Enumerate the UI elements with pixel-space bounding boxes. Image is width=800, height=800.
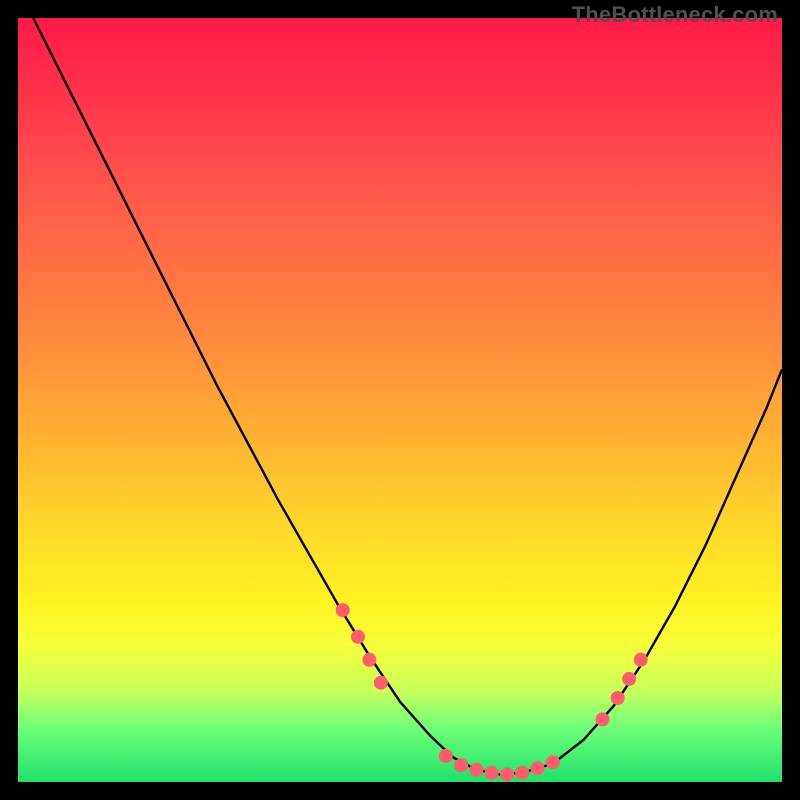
- bottleneck-curve: [33, 18, 782, 774]
- curve-marker: [439, 749, 453, 763]
- curve-marker: [622, 672, 636, 686]
- curve-marker: [454, 758, 468, 772]
- curve-marker: [485, 766, 499, 780]
- curve-marker: [611, 691, 625, 705]
- watermark-text: TheBottleneck.com: [572, 2, 778, 28]
- curve-marker: [362, 653, 376, 667]
- plot-area: [18, 18, 782, 782]
- curve-marker: [634, 653, 648, 667]
- curve-marker: [469, 763, 483, 777]
- curve-marker: [336, 603, 350, 617]
- curve-marker: [374, 676, 388, 690]
- curve-marker: [546, 755, 560, 769]
- curve-marker: [351, 630, 365, 644]
- curve-markers: [336, 603, 648, 781]
- curve-marker: [515, 766, 529, 780]
- curve-marker: [531, 761, 545, 775]
- curve-layer: [18, 18, 782, 782]
- curve-marker: [500, 767, 514, 781]
- chart-stage: TheBottleneck.com: [0, 0, 800, 800]
- curve-marker: [596, 712, 610, 726]
